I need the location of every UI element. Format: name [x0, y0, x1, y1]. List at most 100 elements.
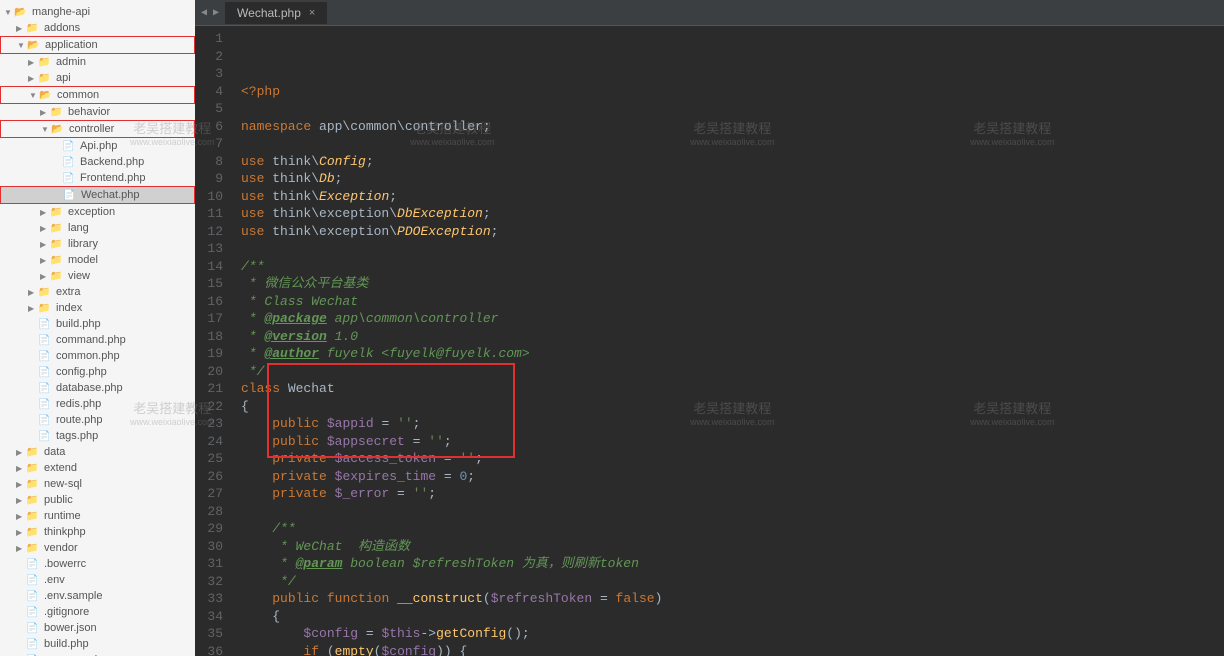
- expand-arrow-icon[interactable]: ▶: [40, 224, 50, 233]
- tree-item-data[interactable]: ▶data: [0, 444, 195, 460]
- tree-item-library[interactable]: ▶library: [0, 236, 195, 252]
- code-line[interactable]: use think\Config;: [241, 153, 1216, 171]
- code-line[interactable]: private $expires_time = 0;: [241, 468, 1216, 486]
- tree-item-database-php[interactable]: database.php: [0, 380, 195, 396]
- tree-item-build-php[interactable]: build.php: [0, 636, 195, 652]
- expand-arrow-icon[interactable]: ▶: [16, 528, 26, 537]
- tree-item-extend[interactable]: ▶extend: [0, 460, 195, 476]
- code-line[interactable]: class Wechat: [241, 380, 1216, 398]
- code-line[interactable]: use think\exception\PDOException;: [241, 223, 1216, 241]
- code-line[interactable]: * 微信公众平台基类: [241, 275, 1216, 293]
- tree-item-behavior[interactable]: ▶behavior: [0, 104, 195, 120]
- code-line[interactable]: private $access_token = '';: [241, 450, 1216, 468]
- expand-arrow-icon[interactable]: ▶: [40, 108, 50, 117]
- tree-item--bowerrc[interactable]: .bowerrc: [0, 556, 195, 572]
- tab-nav-arrows[interactable]: ◀ ▶: [195, 7, 225, 19]
- tree-item-api-php[interactable]: Api.php: [0, 138, 195, 154]
- code-line[interactable]: [241, 100, 1216, 118]
- tree-item-config-php[interactable]: config.php: [0, 364, 195, 380]
- expand-arrow-icon[interactable]: ▶: [16, 512, 26, 521]
- expand-arrow-icon[interactable]: ▼: [4, 8, 14, 17]
- tree-item-tags-php[interactable]: tags.php: [0, 428, 195, 444]
- code-line[interactable]: {: [241, 398, 1216, 416]
- code-line[interactable]: public function __construct($refreshToke…: [241, 590, 1216, 608]
- code-line[interactable]: * @package app\common\controller: [241, 310, 1216, 328]
- expand-arrow-icon[interactable]: ▼: [17, 41, 27, 50]
- code-line[interactable]: {: [241, 608, 1216, 626]
- code-line[interactable]: $config = $this->getConfig();: [241, 625, 1216, 643]
- expand-arrow-icon[interactable]: ▶: [16, 464, 26, 473]
- tree-item-application[interactable]: ▼application: [1, 37, 194, 53]
- expand-arrow-icon[interactable]: ▶: [28, 304, 38, 313]
- tree-item-common[interactable]: ▼common: [1, 87, 194, 103]
- tree-item-view[interactable]: ▶view: [0, 268, 195, 284]
- tree-item-thinkphp[interactable]: ▶thinkphp: [0, 524, 195, 540]
- code-line[interactable]: /**: [241, 258, 1216, 276]
- tree-item-lang[interactable]: ▶lang: [0, 220, 195, 236]
- expand-arrow-icon[interactable]: ▶: [16, 480, 26, 489]
- code-line[interactable]: use think\Db;: [241, 170, 1216, 188]
- expand-arrow-icon[interactable]: ▶: [28, 74, 38, 83]
- code-content[interactable]: <?php namespace app\common\controller; u…: [233, 26, 1224, 656]
- tree-item-public[interactable]: ▶public: [0, 492, 195, 508]
- code-line[interactable]: namespace app\common\controller;: [241, 118, 1216, 136]
- code-line[interactable]: public $appid = '';: [241, 415, 1216, 433]
- code-line[interactable]: * WeChat 构造函数: [241, 538, 1216, 556]
- expand-arrow-icon[interactable]: ▼: [29, 91, 39, 100]
- expand-arrow-icon[interactable]: ▶: [16, 496, 26, 505]
- tree-item--env[interactable]: .env: [0, 572, 195, 588]
- code-line[interactable]: [241, 503, 1216, 521]
- tree-item-backend-php[interactable]: Backend.php: [0, 154, 195, 170]
- expand-arrow-icon[interactable]: ▶: [28, 288, 38, 297]
- tree-item-build-php[interactable]: build.php: [0, 316, 195, 332]
- code-line[interactable]: use think\exception\DbException;: [241, 205, 1216, 223]
- code-line[interactable]: */: [241, 573, 1216, 591]
- tree-item-runtime[interactable]: ▶runtime: [0, 508, 195, 524]
- code-line[interactable]: * @author fuyelk <fuyelk@fuyelk.com>: [241, 345, 1216, 363]
- code-line[interactable]: */: [241, 363, 1216, 381]
- file-tree-sidebar[interactable]: ▼manghe-api▶addons▼application▶admin▶api…: [0, 0, 195, 656]
- tab-wechat-php[interactable]: Wechat.php ×: [225, 2, 327, 24]
- code-line[interactable]: [241, 135, 1216, 153]
- expand-arrow-icon[interactable]: ▶: [16, 544, 26, 553]
- tree-item-admin[interactable]: ▶admin: [0, 54, 195, 70]
- code-line[interactable]: /**: [241, 520, 1216, 538]
- expand-arrow-icon[interactable]: ▶: [16, 448, 26, 457]
- tree-item-frontend-php[interactable]: Frontend.php: [0, 170, 195, 186]
- tree-item--env-sample[interactable]: .env.sample: [0, 588, 195, 604]
- expand-arrow-icon[interactable]: ▼: [41, 125, 51, 134]
- code-line[interactable]: * @param boolean $refreshToken 为真，则刷新tok…: [241, 555, 1216, 573]
- tree-item-command-php[interactable]: command.php: [0, 332, 195, 348]
- tree-item-api[interactable]: ▶api: [0, 70, 195, 86]
- tree-item-index[interactable]: ▶index: [0, 300, 195, 316]
- code-line[interactable]: use think\Exception;: [241, 188, 1216, 206]
- tree-item-exception[interactable]: ▶exception: [0, 204, 195, 220]
- tree-item-redis-php[interactable]: redis.php: [0, 396, 195, 412]
- tree-item-common-php[interactable]: common.php: [0, 348, 195, 364]
- tree-item-route-php[interactable]: route.php: [0, 412, 195, 428]
- tree-item-extra[interactable]: ▶extra: [0, 284, 195, 300]
- tree-item-controller[interactable]: ▼controller: [1, 121, 194, 137]
- tree-item-model[interactable]: ▶model: [0, 252, 195, 268]
- expand-arrow-icon[interactable]: ▶: [16, 24, 26, 33]
- code-line[interactable]: * Class Wechat: [241, 293, 1216, 311]
- code-editor[interactable]: 1234567891011121314151617181920212223242…: [195, 26, 1224, 656]
- expand-arrow-icon[interactable]: ▶: [40, 256, 50, 265]
- code-line[interactable]: public $appsecret = '';: [241, 433, 1216, 451]
- expand-arrow-icon[interactable]: ▶: [40, 272, 50, 281]
- expand-arrow-icon[interactable]: ▶: [40, 208, 50, 217]
- tree-item-vendor[interactable]: ▶vendor: [0, 540, 195, 556]
- tree-item--gitignore[interactable]: .gitignore: [0, 604, 195, 620]
- expand-arrow-icon[interactable]: ▶: [28, 58, 38, 67]
- tree-item-new-sql[interactable]: ▶new-sql: [0, 476, 195, 492]
- tree-item-manghe-api[interactable]: ▼manghe-api: [0, 4, 195, 20]
- code-line[interactable]: if (empty($config)) {: [241, 643, 1216, 656]
- code-line[interactable]: * @version 1.0: [241, 328, 1216, 346]
- code-line[interactable]: [241, 240, 1216, 258]
- close-icon[interactable]: ×: [309, 7, 315, 19]
- tree-item-composer-json[interactable]: composer.json: [0, 652, 195, 656]
- expand-arrow-icon[interactable]: ▶: [40, 240, 50, 249]
- tree-item-wechat-php[interactable]: Wechat.php: [1, 187, 194, 203]
- tree-item-bower-json[interactable]: bower.json: [0, 620, 195, 636]
- code-line[interactable]: private $_error = '';: [241, 485, 1216, 503]
